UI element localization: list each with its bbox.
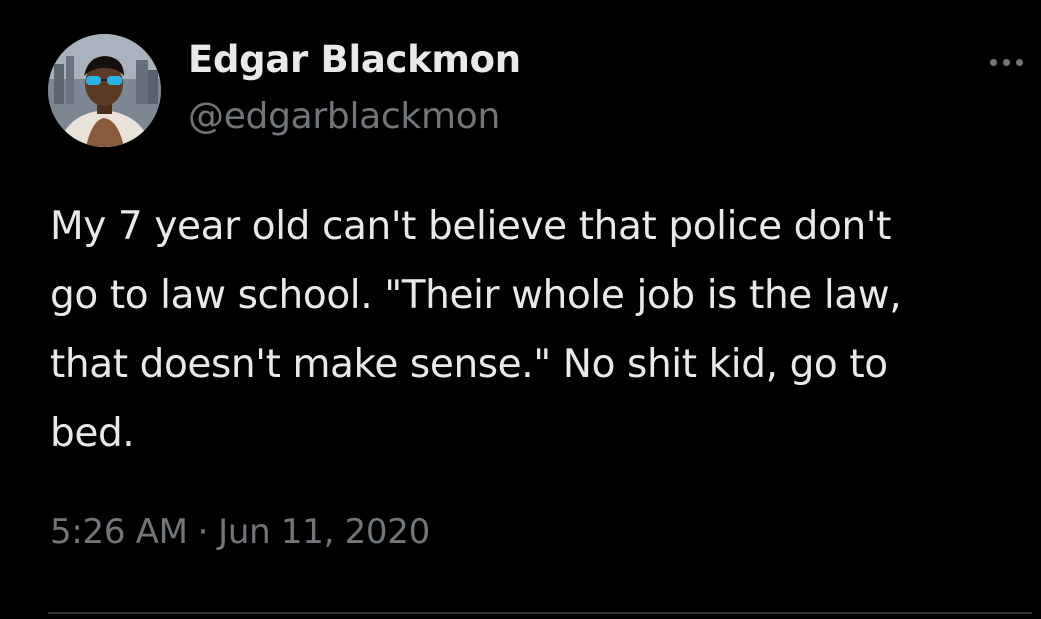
timestamp-separator: · — [197, 512, 209, 552]
tweet-text-line: that doesn't make sense." No shit kid, g… — [50, 342, 888, 387]
author-handle[interactable]: @edgarblackmon — [188, 96, 500, 137]
more-horizontal-icon — [989, 58, 997, 66]
tweet-text-line: My 7 year old can't believe that police … — [50, 204, 892, 249]
avatar-photo — [48, 34, 161, 147]
tweet-text: My 7 year old can't believe that police … — [50, 192, 1030, 468]
more-horizontal-icon-dot — [1002, 58, 1010, 66]
more-options-button[interactable] — [980, 44, 1032, 80]
more-horizontal-icon-dot — [1015, 58, 1023, 66]
tweet-text-line: go to law school. "Their whole job is th… — [50, 273, 902, 318]
tweet-text-line: bed. — [50, 411, 135, 456]
avatar[interactable] — [48, 34, 161, 147]
divider — [48, 612, 1032, 614]
tweet-timestamp[interactable]: 5:26 AM · Jun 11, 2020 — [50, 512, 430, 552]
tweet-date: Jun 11, 2020 — [218, 512, 430, 552]
author-display-name[interactable]: Edgar Blackmon — [188, 38, 521, 81]
tweet-time: 5:26 AM — [50, 512, 188, 552]
tweet-card: Edgar Blackmon @edgarblackmon My 7 year … — [0, 0, 1041, 619]
